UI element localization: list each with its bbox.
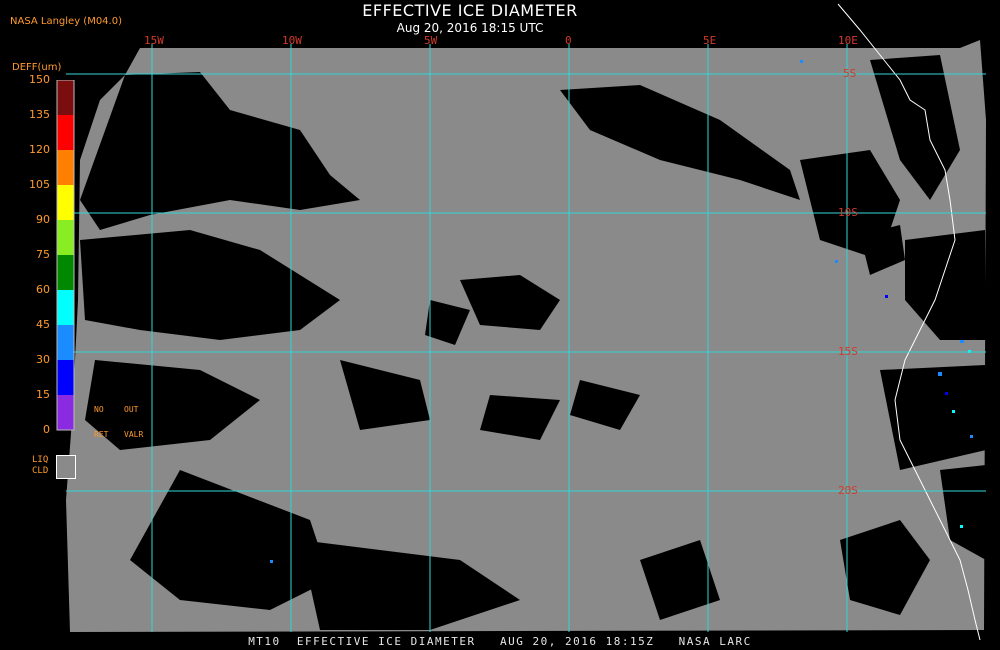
- colorbar-swatch: [57, 395, 74, 430]
- colorbar-tick: 30: [36, 353, 50, 366]
- lat-label: 5S: [843, 67, 857, 80]
- lon-label: 15W: [144, 34, 164, 47]
- out-label: OUT: [124, 405, 139, 414]
- lon-label: 5E: [703, 34, 717, 47]
- colorbar: [56, 80, 75, 431]
- no-label: NO: [94, 405, 104, 414]
- colorbar-tick: 15: [36, 388, 50, 401]
- lon-label: 10E: [838, 34, 858, 47]
- valr-label: VALR: [124, 430, 144, 439]
- colorbar-swatch: [57, 255, 74, 290]
- colorbar-tick: 150: [29, 73, 50, 86]
- colorbar-swatch: [57, 325, 74, 360]
- colorbar-swatch: [57, 290, 74, 325]
- colorbar-swatch: [57, 115, 74, 150]
- lat-label: 10S: [838, 206, 858, 219]
- colorbar-swatch: [57, 150, 74, 185]
- colorbar-tick: 105: [29, 178, 50, 191]
- lat-label: 15S: [838, 345, 858, 358]
- lon-label: 10W: [282, 34, 302, 47]
- colorbar-tick: 120: [29, 143, 50, 156]
- map-title: EFFECTIVE ICE DIAMETER: [362, 1, 578, 20]
- colorbar-tick: 135: [29, 108, 50, 121]
- map-subtitle: Aug 20, 2016 18:15 UTC: [396, 21, 544, 35]
- colorbar-swatch: [57, 80, 74, 115]
- colorbar-swatch: [57, 360, 74, 395]
- lon-label: 0: [565, 34, 572, 47]
- lon-label: 5W: [424, 34, 438, 47]
- colorbar-tick: 0: [43, 423, 50, 436]
- colorbar-tick: 75: [36, 248, 50, 261]
- colorbar-tick: 60: [36, 283, 50, 296]
- colorbar-tick: 45: [36, 318, 50, 331]
- cld-label: CLD: [32, 466, 49, 476]
- colorbar-tick: 90: [36, 213, 50, 226]
- colorbar-label: DEFF(um): [12, 62, 62, 73]
- liq-label: LIQ: [32, 455, 49, 465]
- lat-label: 20S: [838, 484, 858, 497]
- ret-label: RET: [94, 430, 109, 439]
- satellite-map: [66, 0, 1000, 650]
- liquid-cloud-swatch: [56, 455, 76, 479]
- footer-caption: MT10 EFFECTIVE ICE DIAMETER AUG 20, 2016…: [248, 635, 752, 648]
- colorbar-swatch: [57, 220, 74, 255]
- colorbar-swatch: [57, 185, 74, 220]
